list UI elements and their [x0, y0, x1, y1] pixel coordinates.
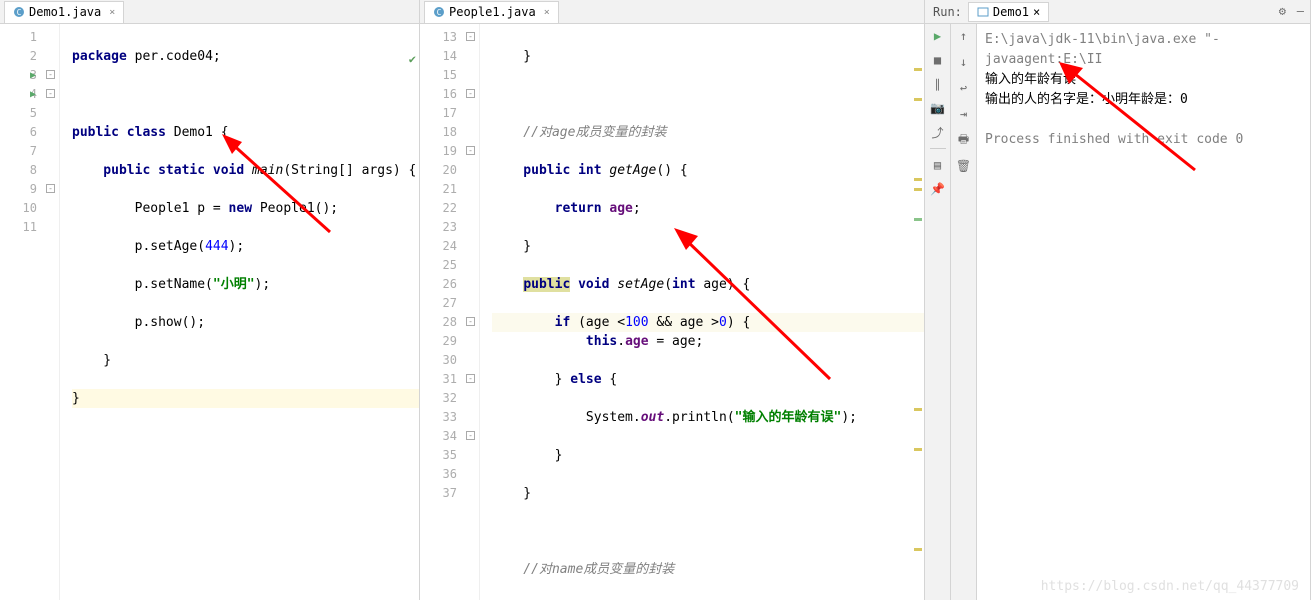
fold-icon[interactable]: -	[466, 317, 475, 326]
run-tab-label: Demo1	[993, 5, 1029, 19]
fold-icon[interactable]: -	[46, 184, 55, 193]
console-output[interactable]: E:\java\jdk-11\bin\java.exe "-javaagent:…	[977, 24, 1310, 600]
fold-icon[interactable]: -	[46, 89, 55, 98]
close-icon[interactable]: ×	[1033, 5, 1040, 19]
fold-icon[interactable]: -	[466, 431, 475, 440]
gear-icon[interactable]: ⚙	[1279, 4, 1286, 18]
gutter-mid: 13- 14 15 16- 17 18 19- 20 21 22 23 24 2…	[420, 24, 480, 600]
tabbar-mid: C People1.java ×	[420, 0, 924, 24]
hide-icon[interactable]: —	[1297, 4, 1304, 18]
run-tab[interactable]: Demo1 ×	[968, 2, 1049, 22]
code-mid[interactable]: } //对age成员变量的封装 public int getAge() { re…	[480, 24, 924, 600]
console-exit: Process finished with exit code 0	[985, 130, 1302, 150]
code-left[interactable]: package per.code04; public class Demo1 {…	[60, 24, 419, 600]
svg-text:C: C	[437, 8, 442, 17]
gutter-left: 1 2 3▶- 4▶- 5 6 7 8 9- 10 11	[0, 24, 60, 600]
run-header: Run: Demo1 × ⚙ —	[925, 0, 1310, 24]
wrap-icon[interactable]: ↩	[956, 80, 972, 96]
java-class-icon: C	[433, 6, 445, 18]
pause-icon[interactable]: ∥	[930, 76, 946, 92]
watermark: https://blog.csdn.net/qq_44377709	[1041, 579, 1299, 594]
run-toolbar-secondary: ↑ ↓ ↩ ⇥ 🖶 🗑	[951, 24, 977, 600]
layout-icon[interactable]: ▤	[930, 157, 946, 173]
close-icon[interactable]: ×	[544, 7, 550, 18]
status-check-icon: ✔	[409, 52, 416, 66]
tab-label: People1.java	[449, 5, 536, 19]
fold-icon[interactable]: -	[466, 32, 475, 41]
console-command: E:\java\jdk-11\bin\java.exe "-javaagent:…	[985, 30, 1302, 70]
run-config-icon	[977, 6, 989, 18]
fold-icon[interactable]: -	[466, 374, 475, 383]
marker-stripe	[912, 48, 924, 600]
editor-left[interactable]: 1 2 3▶- 4▶- 5 6 7 8 9- 10 11 package per…	[0, 24, 419, 600]
fold-icon[interactable]: -	[466, 89, 475, 98]
scroll-icon[interactable]: ⇥	[956, 106, 972, 122]
tab-people1[interactable]: C People1.java ×	[424, 1, 559, 23]
fold-icon[interactable]: -	[466, 146, 475, 155]
stop-icon[interactable]: ■	[930, 52, 946, 68]
run-gutter-icon[interactable]: ▶	[30, 66, 36, 85]
pin-icon[interactable]: 📌	[930, 181, 946, 197]
close-icon[interactable]: ×	[109, 7, 115, 18]
rerun-icon[interactable]: ▶	[930, 28, 946, 44]
run-label: Run:	[933, 5, 962, 19]
tabbar-left: C Demo1.java ×	[0, 0, 419, 24]
svg-text:C: C	[17, 8, 22, 17]
console-line: 输入的年龄有误	[985, 70, 1302, 90]
fold-icon[interactable]: -	[46, 70, 55, 79]
clear-icon[interactable]: 🗑	[956, 158, 972, 174]
up-icon[interactable]: ↑	[956, 28, 972, 44]
print-icon[interactable]: 🖶	[956, 132, 972, 148]
java-class-icon: C	[13, 6, 25, 18]
down-icon[interactable]: ↓	[956, 54, 972, 70]
run-gutter-icon[interactable]: ▶	[30, 85, 36, 104]
tab-demo1[interactable]: C Demo1.java ×	[4, 1, 124, 23]
tab-label: Demo1.java	[29, 5, 101, 19]
run-toolbar-primary: ▶ ■ ∥ 📷 ⤴ ▤ 📌	[925, 24, 951, 600]
console-line: 输出的人的名字是：小明年龄是：0	[985, 90, 1302, 110]
exit-icon[interactable]: ⤴	[930, 124, 946, 140]
editor-mid[interactable]: 13- 14 15 16- 17 18 19- 20 21 22 23 24 2…	[420, 24, 924, 600]
dump-icon[interactable]: 📷	[930, 100, 946, 116]
